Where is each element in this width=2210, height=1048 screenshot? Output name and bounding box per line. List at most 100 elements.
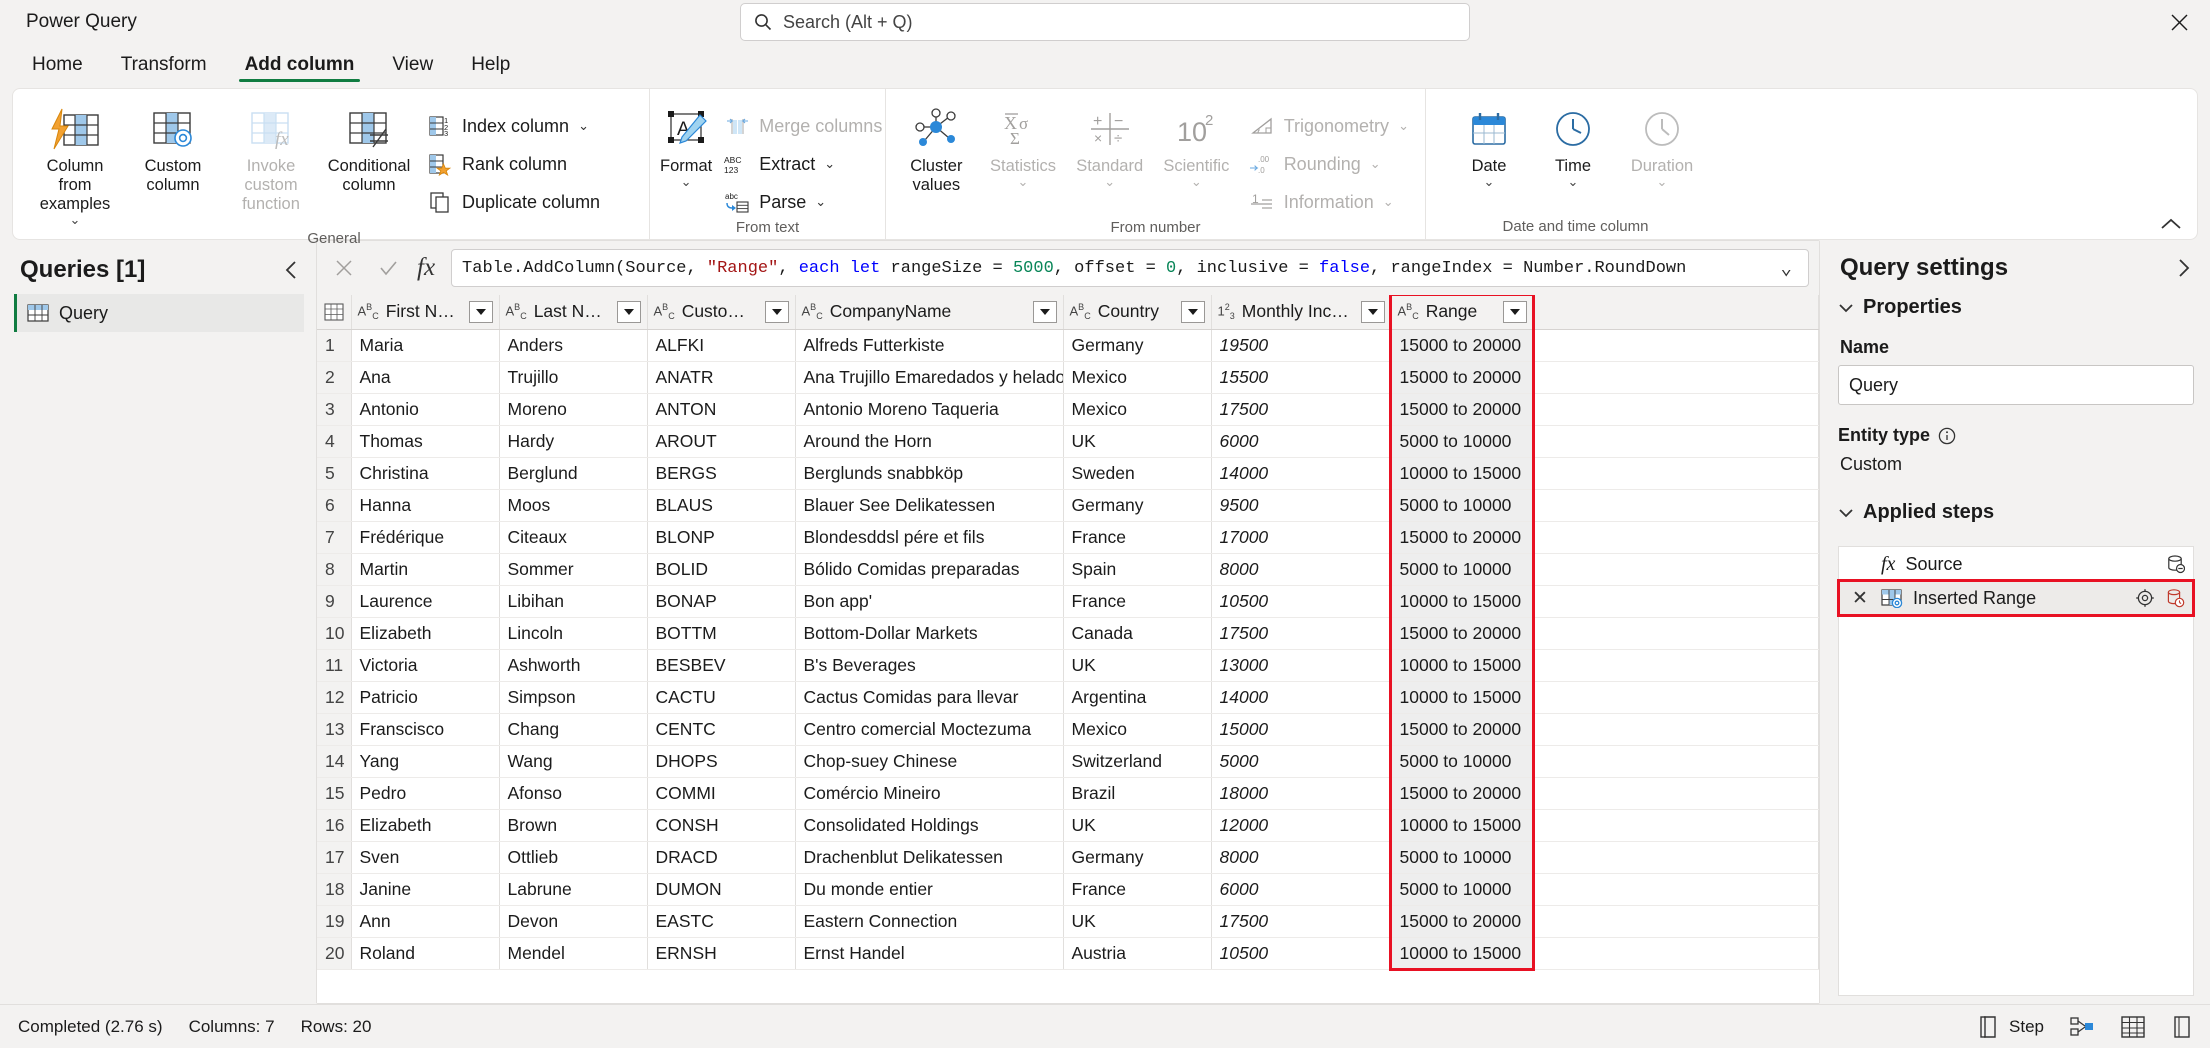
collapse-queries-button[interactable]: [284, 259, 300, 281]
table-cell[interactable]: 15000 to 20000: [1391, 713, 1534, 746]
table-cell[interactable]: 17500: [1211, 617, 1392, 650]
statistics-button[interactable]: X σ Σ Statistics ⌄: [981, 99, 1066, 192]
collapse-ribbon-button[interactable]: [2159, 217, 2183, 231]
table-cell[interactable]: 5000 to 10000: [1391, 745, 1534, 778]
row-number-cell[interactable]: 20: [317, 937, 352, 970]
table-cell[interactable]: UK: [1063, 905, 1212, 938]
table-cell[interactable]: Victoria: [351, 649, 500, 682]
tab-add-column[interactable]: Add column: [227, 44, 373, 86]
table-cell[interactable]: Libihan: [499, 585, 648, 618]
cancel-formula-button[interactable]: [327, 251, 361, 285]
table-cell[interactable]: DRACD: [647, 841, 796, 874]
table-cell[interactable]: Hardy: [499, 425, 648, 458]
table-cell[interactable]: Frédérique: [351, 521, 500, 554]
step-settings-gear-icon[interactable]: [2135, 588, 2155, 608]
table-cell[interactable]: Germany: [1063, 329, 1212, 362]
row-number-cell[interactable]: 13: [317, 713, 352, 746]
duration-button[interactable]: Duration ⌄: [1616, 99, 1708, 192]
column-header[interactable]: ABC CompanyName: [795, 295, 1064, 330]
table-cell[interactable]: 8000: [1211, 841, 1392, 874]
table-cell[interactable]: UK: [1063, 425, 1212, 458]
column-header[interactable]: ABC First Name: [351, 295, 500, 330]
standard-button[interactable]: + − × ÷ Standard ⌄: [1067, 99, 1152, 192]
column-filter-button[interactable]: [468, 300, 493, 323]
table-cell[interactable]: 17000: [1211, 521, 1392, 554]
table-cell[interactable]: 5000 to 10000: [1391, 841, 1534, 874]
table-cell[interactable]: 5000 to 10000: [1391, 425, 1534, 458]
row-number-cell[interactable]: 18: [317, 873, 352, 906]
table-cell[interactable]: 12000: [1211, 809, 1392, 842]
table-cell[interactable]: COMMI: [647, 777, 796, 810]
row-number-cell[interactable]: 6: [317, 489, 352, 522]
table-cell[interactable]: Antonio Moreno Taqueria: [795, 393, 1064, 426]
table-cell[interactable]: Alfreds Futterkiste: [795, 329, 1064, 362]
table-cell[interactable]: France: [1063, 521, 1212, 554]
table-row[interactable]: 20 Roland Mendel ERNSH Ernst Handel Austria 10…: [317, 937, 1819, 970]
row-number-cell[interactable]: 11: [317, 649, 352, 682]
table-cell[interactable]: BOLID: [647, 553, 796, 586]
table-cell[interactable]: Labrune: [499, 873, 648, 906]
column-filter-button[interactable]: [616, 300, 641, 323]
table-cell[interactable]: 15000 to 20000: [1391, 361, 1534, 394]
table-cell[interactable]: France: [1063, 873, 1212, 906]
table-cell[interactable]: 5000 to 10000: [1391, 489, 1534, 522]
table-cell[interactable]: Brown: [499, 809, 648, 842]
table-cell[interactable]: BESBEV: [647, 649, 796, 682]
table-cell[interactable]: Canada: [1063, 617, 1212, 650]
table-cell[interactable]: 17500: [1211, 393, 1392, 426]
cluster-values-button[interactable]: Cluster values: [894, 99, 979, 199]
table-cell[interactable]: ALFKI: [647, 329, 796, 362]
table-row[interactable]: 9 Laurence Libihan BONAP Bon app' France 10500…: [317, 585, 1819, 618]
table-cell[interactable]: Afonso: [499, 777, 648, 810]
table-cell[interactable]: Mendel: [499, 937, 648, 970]
table-cell[interactable]: Argentina: [1063, 681, 1212, 714]
row-number-cell[interactable]: 15: [317, 777, 352, 810]
table-cell[interactable]: BLONP: [647, 521, 796, 554]
table-cell[interactable]: CONSH: [647, 809, 796, 842]
table-cell[interactable]: Elizabeth: [351, 617, 500, 650]
row-number-cell[interactable]: 8: [317, 553, 352, 586]
column-filter-button[interactable]: [764, 300, 789, 323]
tab-view[interactable]: View: [374, 44, 451, 86]
row-number-cell[interactable]: 7: [317, 521, 352, 554]
column-filter-button[interactable]: [1502, 300, 1527, 323]
table-cell[interactable]: Germany: [1063, 841, 1212, 874]
table-cell[interactable]: Spain: [1063, 553, 1212, 586]
table-cell[interactable]: Centro comercial Moctezuma: [795, 713, 1064, 746]
table-cell[interactable]: 10000 to 15000: [1391, 649, 1534, 682]
table-row[interactable]: 19 Ann Devon EASTC Eastern Connection UK 17500…: [317, 905, 1819, 938]
table-cell[interactable]: Christina: [351, 457, 500, 490]
table-cell[interactable]: Eastern Connection: [795, 905, 1064, 938]
table-cell[interactable]: CACTU: [647, 681, 796, 714]
table-cell[interactable]: Hanna: [351, 489, 500, 522]
table-cell[interactable]: UK: [1063, 809, 1212, 842]
table-cell[interactable]: 15000 to 20000: [1391, 521, 1534, 554]
table-cell[interactable]: Franscisco: [351, 713, 500, 746]
table-cell[interactable]: 8000: [1211, 553, 1392, 586]
table-cell[interactable]: DHOPS: [647, 745, 796, 778]
column-filter-button[interactable]: [1360, 300, 1385, 323]
invoke-custom-function-button[interactable]: fx Invoke custom function: [223, 99, 319, 218]
table-row[interactable]: 15 Pedro Afonso COMMI Comércio Mineiro Brazil…: [317, 777, 1819, 810]
table-cell[interactable]: Blauer See Delikatessen: [795, 489, 1064, 522]
table-cell[interactable]: BLAUS: [647, 489, 796, 522]
table-cell[interactable]: Yang: [351, 745, 500, 778]
table-cell[interactable]: 15000 to 20000: [1391, 617, 1534, 650]
query-name-input[interactable]: Query: [1838, 365, 2194, 405]
table-cell[interactable]: Simpson: [499, 681, 648, 714]
duplicate-column-button[interactable]: Duplicate column: [419, 185, 608, 219]
format-button[interactable]: A Format ⌄: [658, 99, 714, 192]
table-row[interactable]: 1 Maria Anders ALFKI Alfreds Futterkiste Germ…: [317, 329, 1819, 362]
diagram-view-button[interactable]: [2070, 1015, 2094, 1039]
table-cell[interactable]: 14000: [1211, 457, 1392, 490]
table-cell[interactable]: Patricio: [351, 681, 500, 714]
table-cell[interactable]: Pedro: [351, 777, 500, 810]
view-native-query-icon[interactable]: [2165, 588, 2185, 608]
table-cell[interactable]: BOTTM: [647, 617, 796, 650]
table-row[interactable]: 4 Thomas Hardy AROUT Around the Horn UK 6000 50…: [317, 425, 1819, 458]
table-cell[interactable]: 5000 to 10000: [1391, 553, 1534, 586]
table-cell[interactable]: 18000: [1211, 777, 1392, 810]
table-cell[interactable]: 15000 to 20000: [1391, 329, 1534, 362]
table-cell[interactable]: Sven: [351, 841, 500, 874]
information-button[interactable]: 1 Information ⌄: [1241, 185, 1417, 219]
